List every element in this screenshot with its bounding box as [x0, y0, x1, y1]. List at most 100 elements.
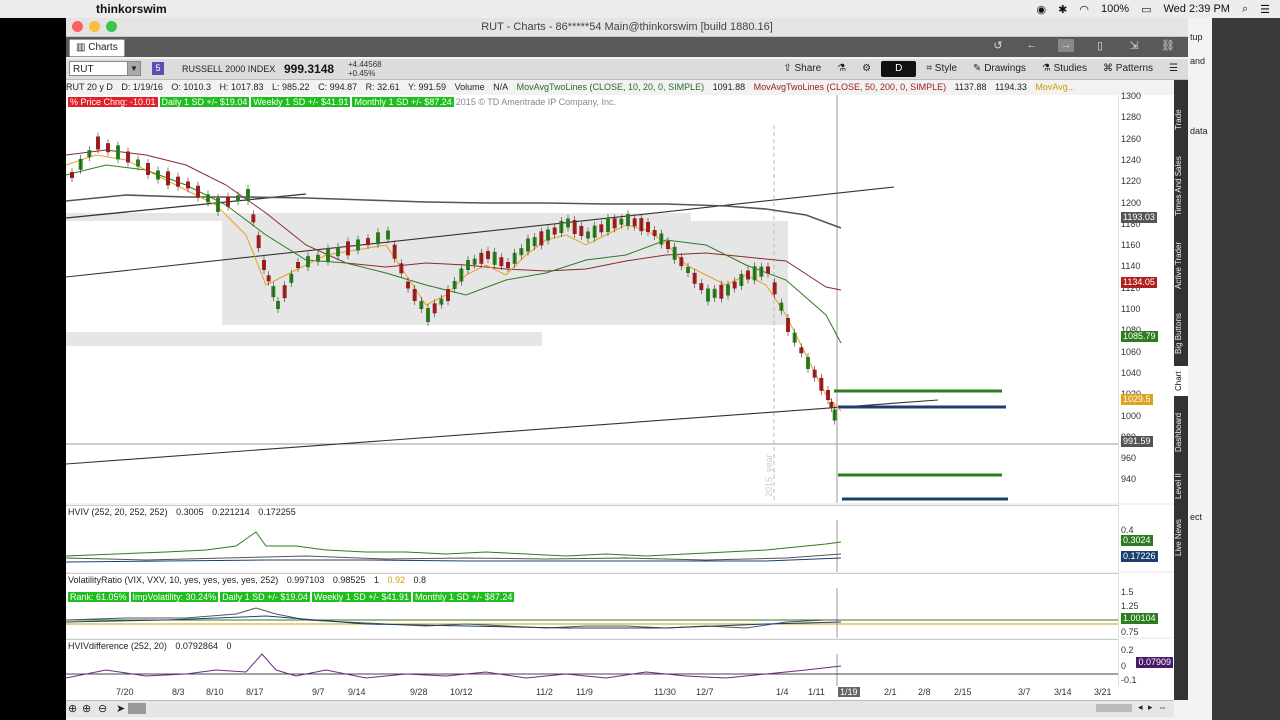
vol-ratio-line	[65, 607, 841, 629]
price-tick: 1160	[1121, 240, 1141, 251]
link-icon[interactable]: ⛓	[1160, 39, 1176, 52]
side-tab-big-buttons[interactable]: Big Buttons	[1174, 306, 1188, 362]
charts-window: RUT - Charts - 86*****54 Main@thinkorswi…	[65, 18, 1188, 720]
crosshair-icon[interactable]: ⊕	[68, 702, 77, 715]
hviv-panel[interactable]: HVIV (252, 20, 252, 252) 0.3005 0.221214…	[65, 505, 1118, 572]
price-tag: 1134.05	[1121, 277, 1157, 289]
close-window-button[interactable]	[72, 21, 83, 32]
drawings-button[interactable]: ✎ Drawings	[967, 61, 1032, 77]
bluetooth-icon[interactable]: ✱	[1058, 3, 1067, 16]
time-axis-label: 7/20	[116, 687, 134, 697]
zoom-out-icon[interactable]: ⊖	[98, 702, 107, 715]
index-name: RUSSELL 2000 INDEX	[182, 64, 276, 74]
side-tabs: Trade Times And Sales Active Trader Big But…	[1174, 80, 1188, 700]
menu-list-icon[interactable]: ☰	[1260, 3, 1270, 16]
price-tag: 1085.79	[1121, 331, 1158, 342]
price-tick: 1000	[1121, 410, 1142, 421]
side-tab-chart[interactable]: Chart	[1174, 366, 1188, 396]
time-axis-label: 1/11	[808, 687, 825, 697]
hviv-header: HVIV (252, 20, 252, 252) 0.3005 0.221214…	[68, 507, 296, 517]
scroll-left-icon[interactable]: ◂	[1138, 702, 1143, 713]
battery-icon[interactable]: ▭	[1141, 3, 1151, 16]
studies-icon: ⚗	[1041, 63, 1054, 74]
link-group-badge[interactable]: 5	[152, 62, 164, 75]
horizontal-scrollbar[interactable]	[1096, 704, 1132, 712]
background-window: tup and data ect	[1188, 18, 1280, 720]
year-marker: 2015_year	[764, 454, 774, 497]
zoom-window-button[interactable]	[106, 21, 117, 32]
scroll-icon[interactable]	[128, 703, 146, 714]
time-axis-label: 9/7	[312, 687, 325, 697]
price-tag: 1193.03	[1121, 211, 1157, 223]
app-menu-name[interactable]: thinkorswim	[96, 2, 167, 16]
timeframe-button[interactable]: D	[881, 61, 917, 77]
side-tab-trade[interactable]: Trade	[1174, 100, 1188, 140]
volatility-ratio-panel[interactable]: VolatilityRatio (VIX, VXV, 10, yes, yes,…	[65, 573, 1118, 638]
time-axis-label: 8/10	[206, 687, 224, 697]
zoom-in-icon[interactable]: ⊕	[82, 702, 91, 715]
price-axis[interactable]: 1300128012601240122012001180116011401120…	[1118, 91, 1175, 503]
charts-tab[interactable]: ▥ Charts	[69, 39, 125, 57]
menu-icon[interactable]: ☰	[1163, 61, 1184, 77]
undo-icon[interactable]: ↺	[990, 39, 1006, 52]
hviv-difference-panel[interactable]: HVIVdifference (252, 20) 0.0792864 0	[65, 639, 1118, 687]
time-axis[interactable]: 7/20 8/3 8/10 8/17 9/7 9/14 9/28 10/12 11/2 11/9 1…	[66, 686, 1174, 700]
forward-icon[interactable]: →	[1058, 39, 1074, 52]
style-button[interactable]: ⌗ Style	[920, 61, 963, 77]
price-chart-canvas[interactable]: 2015_year	[66, 95, 1118, 503]
record-icon[interactable]: ◉	[1037, 3, 1047, 16]
time-axis-label: 9/28	[410, 687, 428, 697]
support-zone	[66, 332, 542, 346]
save-icon[interactable]: ▯	[1092, 39, 1108, 52]
scroll-right-icon[interactable]: ▸	[1148, 702, 1153, 713]
window-titlebar: RUT - Charts - 86*****54 Main@thinkorswi…	[66, 18, 1188, 37]
side-tab-live-news[interactable]: Live News	[1174, 510, 1188, 566]
price-tick: 1240	[1121, 154, 1142, 165]
share-button[interactable]: ⇪ Share	[777, 61, 827, 77]
price-tag: 1029.5	[1121, 393, 1153, 405]
symbol-input[interactable]: RUT ▼	[69, 61, 141, 76]
clock[interactable]: Wed 2:39 PM	[1164, 3, 1230, 15]
flask-icon[interactable]: ⚗	[831, 61, 852, 77]
gear-icon[interactable]: ⚙	[856, 61, 877, 77]
net-change: +4.44568 +0.45%	[348, 60, 382, 78]
price-tick: 1100	[1121, 304, 1141, 314]
wifi-icon[interactable]: ◠	[1079, 3, 1089, 16]
side-tab-times-and-sales[interactable]: Times And Sales	[1174, 146, 1188, 226]
pin-icon[interactable]: ⇲	[1126, 39, 1142, 52]
trendline-lower[interactable]	[66, 399, 939, 465]
side-tab-level-ii[interactable]: Level II	[1174, 468, 1188, 504]
time-axis-label: 3/21	[1094, 687, 1112, 697]
spotlight-icon[interactable]: ⌕	[1242, 3, 1248, 16]
time-axis-label: 3/7	[1018, 687, 1031, 697]
side-tab-active-trader[interactable]: Active Trader	[1174, 230, 1188, 300]
chart-icon: ▥	[76, 42, 89, 53]
impvol-label[interactable]: ImpVolatility: 30.24%	[130, 592, 219, 602]
time-axis-label: 11/9	[576, 687, 593, 697]
study-values-row: RUT 20 y D D: 1/19/16 O: 1010.3 H: 1017.…	[66, 82, 1076, 92]
time-axis-label: 8/17	[246, 687, 264, 697]
cursor-icon[interactable]: ➤	[116, 702, 125, 715]
chevron-down-icon[interactable]: ▼	[127, 62, 140, 75]
price-change-label[interactable]: % Price Chng: -10.01	[68, 97, 158, 107]
price-tick: 1040	[1121, 367, 1142, 378]
minimize-window-button[interactable]	[89, 21, 100, 32]
side-tab-dashboard[interactable]: Dashboard	[1174, 402, 1188, 462]
daily-sd-label[interactable]: Daily 1 SD +/- $19.04	[159, 97, 250, 107]
weekly-sd-label[interactable]: Weekly 1 SD +/- $41.91	[251, 97, 351, 107]
studies-button[interactable]: ⚗ Studies	[1036, 61, 1093, 77]
time-axis-label: 12/7	[696, 687, 714, 697]
price-tick: 1280	[1121, 112, 1142, 123]
copyright-text: 2015 © TD Ameritrade IP Company, Inc.	[455, 97, 617, 107]
back-icon[interactable]: ←	[1024, 39, 1040, 52]
hviv-difference-axis: 0.2 0 0.07909 -0.1	[1118, 639, 1175, 686]
rank-label[interactable]: Rank: 61.05%	[68, 592, 129, 602]
battery-percent[interactable]: 100%	[1101, 3, 1129, 15]
monthly-sd-label[interactable]: Monthly 1 SD +/- $87.24	[352, 97, 454, 107]
time-axis-label: 9/14	[348, 687, 366, 697]
expand-icon[interactable]: ⇔	[1158, 702, 1167, 712]
chart-label-row: % Price Chng: -10.01 Daily 1 SD +/- $19.…	[68, 97, 616, 107]
price-tick: 1060	[1121, 346, 1142, 357]
patterns-button[interactable]: ⌘ Patterns	[1097, 61, 1159, 77]
price-chart[interactable]: 2015_year % Price Chng: -10.01 Daily 1 S…	[66, 95, 1118, 503]
